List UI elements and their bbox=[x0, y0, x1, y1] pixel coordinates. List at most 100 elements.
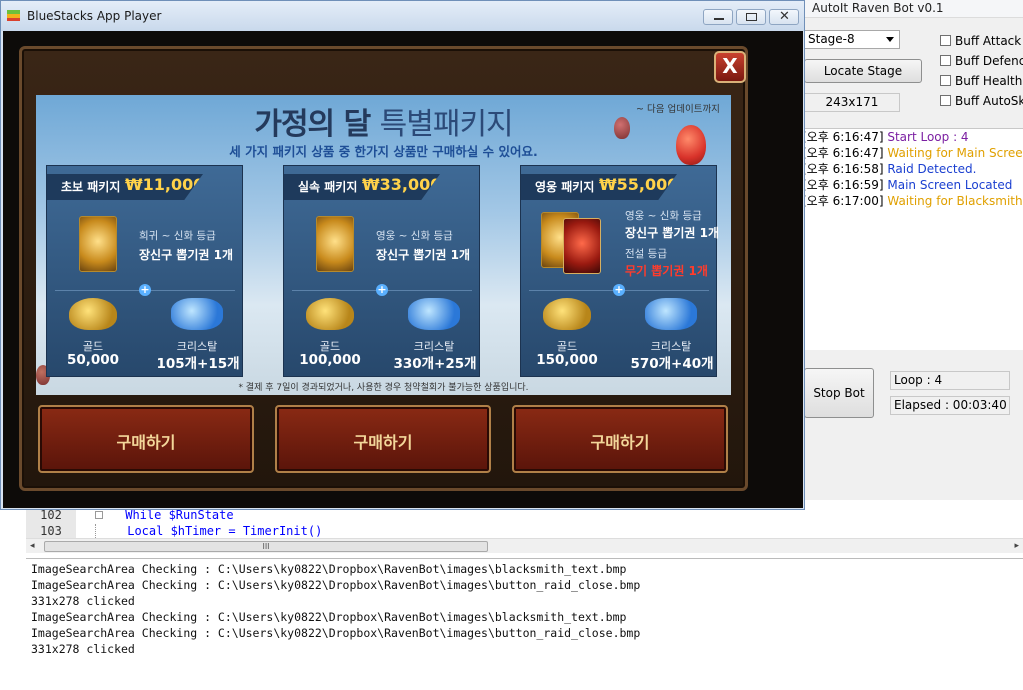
checkbox-label: Buff Defence bbox=[955, 54, 1023, 68]
scrollbar-thumb[interactable]: III bbox=[44, 541, 488, 552]
package-dialog: X ~ 다음 업데이트까지 가정의 달 특별패키지 세 가지 패키지 상품 중 … bbox=[19, 46, 748, 491]
line-number: 103 bbox=[26, 523, 76, 539]
crystal-amount: 330개+25개 bbox=[393, 356, 477, 372]
banner-footer-note: * 결제 후 7일이 경과되었거나, 사용한 경우 청약철회가 불가능한 상품입… bbox=[238, 383, 529, 393]
fold-toggle-icon[interactable] bbox=[95, 511, 104, 519]
bluestacks-window: BlueStacks App Player ✕ X ~ 다음 업데이트까지 가정… bbox=[0, 0, 805, 510]
code-text: Local $hTimer = TimerInit() bbox=[127, 524, 323, 538]
console-line: ImageSearchArea Checking : C:\Users\ky08… bbox=[31, 610, 627, 624]
dialog-close-button[interactable]: X bbox=[714, 51, 746, 83]
log-time: [오후 6:17:00] bbox=[802, 194, 884, 208]
package-price: ₩33,000 bbox=[362, 175, 442, 194]
output-console[interactable]: ImageSearchArea Checking : C:\Users\ky08… bbox=[26, 558, 1023, 690]
package-name: 영웅 패키지 bbox=[535, 180, 595, 194]
scroll-right-icon[interactable]: ▸ bbox=[1014, 541, 1019, 551]
item-grade: 영웅 ~ 신화 등급 bbox=[376, 230, 453, 242]
stage-dropdown[interactable]: Stage-8 bbox=[804, 30, 900, 49]
banner-title: 가정의 달 특별패키지 bbox=[36, 99, 731, 143]
package-header: 실속 패키지 ₩33,000 bbox=[284, 174, 440, 200]
bot-titlebar[interactable]: AutoIt Raven Bot v0.1 bbox=[790, 0, 1023, 18]
minimize-icon bbox=[714, 18, 724, 20]
plus-icon: + bbox=[376, 283, 388, 296]
crystal-amount: 105개+15개 bbox=[156, 356, 240, 372]
checkbox-label: Buff AutoSkill bbox=[955, 94, 1023, 108]
crystal-pile-icon bbox=[171, 298, 223, 330]
package-banner: ~ 다음 업데이트까지 가정의 달 특별패키지 세 가지 패키지 상품 중 한가… bbox=[36, 95, 731, 395]
close-window-button[interactable]: ✕ bbox=[769, 9, 799, 25]
checkbox-label: Buff Health bbox=[955, 74, 1023, 88]
gold-pile-icon bbox=[306, 298, 354, 330]
log-entry: [오후 6:17:00] Waiting for Blacksmith Scre… bbox=[802, 193, 1023, 209]
package-card-beginner: 초보 패키지 ₩11,000 희귀 ~ 신화 등급 장신구 뽑기권 1개 + 골… bbox=[46, 165, 243, 377]
gold-amount: 150,000 bbox=[536, 352, 598, 368]
console-line: 331x278 clicked bbox=[31, 642, 135, 656]
banner-title-light: 특별패키지 bbox=[379, 107, 514, 142]
elapsed-timer: Elapsed : 00:03:40 bbox=[890, 396, 1010, 415]
bot-log-list[interactable]: [오후 6:16:47] Start Loop : 4 [오후 6:16:47]… bbox=[802, 128, 1023, 350]
maximize-icon bbox=[746, 13, 757, 21]
log-message: Raid Detected. bbox=[887, 162, 977, 176]
package-price: ₩11,000 bbox=[125, 175, 205, 194]
extra-item-grade: 전설 등급 bbox=[625, 248, 667, 260]
checkbox-box[interactable] bbox=[940, 95, 951, 106]
loop-counter: Loop : 4 bbox=[890, 371, 1010, 390]
maximize-button[interactable] bbox=[736, 9, 766, 25]
package-card-hero: 영웅 패키지 ₩55,000 영웅 ~ 신화 등급 장신구 뽑기권 1개 전설 … bbox=[520, 165, 719, 377]
buff-autoskill-checkbox[interactable]: Buff AutoSkill bbox=[940, 94, 1023, 110]
checkbox-label: Buff Attack bbox=[955, 34, 1022, 48]
code-line[interactable]: 103 Local $hTimer = TimerInit() bbox=[26, 523, 322, 539]
fold-guide bbox=[95, 524, 105, 538]
checkbox-box[interactable] bbox=[940, 55, 951, 66]
banner-subtitle: 세 가지 패키지 상품 중 한가지 상품만 구매하실 수 있어요. bbox=[229, 144, 538, 159]
item-grade: 영웅 ~ 신화 등급 bbox=[625, 210, 702, 222]
gold-pile-icon bbox=[543, 298, 591, 330]
crystal-pile-icon bbox=[408, 298, 460, 330]
log-entry: [오후 6:16:47] Waiting for Main Screen bbox=[802, 145, 1023, 161]
game-viewport[interactable]: X ~ 다음 업데이트까지 가정의 달 특별패키지 세 가지 패키지 상품 중 … bbox=[3, 31, 803, 508]
log-message: Waiting for Blacksmith Screen bbox=[887, 194, 1023, 208]
log-time: [오후 6:16:59] bbox=[802, 178, 884, 192]
buff-health-checkbox[interactable]: Buff Health bbox=[940, 74, 1023, 90]
buy-button-label: 구매하기 bbox=[353, 433, 413, 452]
code-text: While $RunState bbox=[125, 508, 234, 522]
scroll-left-icon[interactable]: ◂ bbox=[30, 541, 35, 551]
log-time: [오후 6:16:47] bbox=[802, 130, 884, 144]
buff-defence-checkbox[interactable]: Buff Defence bbox=[940, 54, 1023, 70]
buff-attack-checkbox[interactable]: Buff Attack bbox=[940, 34, 1023, 50]
item-name: 장신구 뽑기권 1개 bbox=[376, 248, 470, 262]
log-time: [오후 6:16:47] bbox=[802, 146, 884, 160]
weapon-ticket-icon bbox=[563, 218, 601, 274]
banner-title-bold: 가정의 달 bbox=[254, 107, 371, 142]
stage-dropdown-value: Stage-8 bbox=[808, 32, 855, 46]
log-entry: [오후 6:16:58] Raid Detected. bbox=[802, 161, 1023, 177]
package-name: 초보 패키지 bbox=[61, 180, 121, 194]
extra-item-name: 무기 뽑기권 1개 bbox=[625, 264, 708, 278]
log-message: Main Screen Located bbox=[887, 178, 1013, 192]
console-line: ImageSearchArea Checking : C:\Users\ky08… bbox=[31, 578, 641, 592]
item-name: 장신구 뽑기권 1개 bbox=[139, 248, 233, 262]
log-entry: [오후 6:16:59] Main Screen Located bbox=[802, 177, 1023, 193]
buy-button-hero[interactable]: 구매하기 bbox=[512, 405, 728, 473]
chevron-down-icon[interactable] bbox=[886, 37, 894, 42]
checkbox-box[interactable] bbox=[940, 35, 951, 46]
minimize-button[interactable] bbox=[703, 9, 733, 25]
bluestacks-titlebar[interactable]: BlueStacks App Player ✕ bbox=[1, 1, 804, 31]
horizontal-scrollbar[interactable]: ◂ III ▸ bbox=[26, 538, 1023, 553]
gold-amount: 50,000 bbox=[66, 352, 120, 368]
plus-icon: + bbox=[139, 283, 151, 296]
locate-stage-button[interactable]: Locate Stage bbox=[804, 59, 922, 83]
package-price: ₩55,000 bbox=[599, 175, 679, 194]
crystal-amount: 570개+40개 bbox=[630, 356, 714, 372]
accessory-ticket-icon bbox=[316, 216, 354, 272]
item-name: 장신구 뽑기권 1개 bbox=[625, 226, 719, 240]
bluestacks-logo-icon bbox=[7, 10, 20, 21]
editor-code-area[interactable]: 102 While $RunState 103 Local $hTimer = … bbox=[26, 505, 1023, 539]
crystal-pile-icon bbox=[645, 298, 697, 330]
buy-button-value[interactable]: 구매하기 bbox=[275, 405, 491, 473]
stop-bot-button[interactable]: Stop Bot bbox=[804, 368, 874, 418]
bot-window-title: AutoIt Raven Bot v0.1 bbox=[812, 1, 944, 15]
package-header: 초보 패키지 ₩11,000 bbox=[47, 174, 203, 200]
close-icon: ✕ bbox=[779, 9, 790, 24]
checkbox-box[interactable] bbox=[940, 75, 951, 86]
buy-button-beginner[interactable]: 구매하기 bbox=[38, 405, 254, 473]
